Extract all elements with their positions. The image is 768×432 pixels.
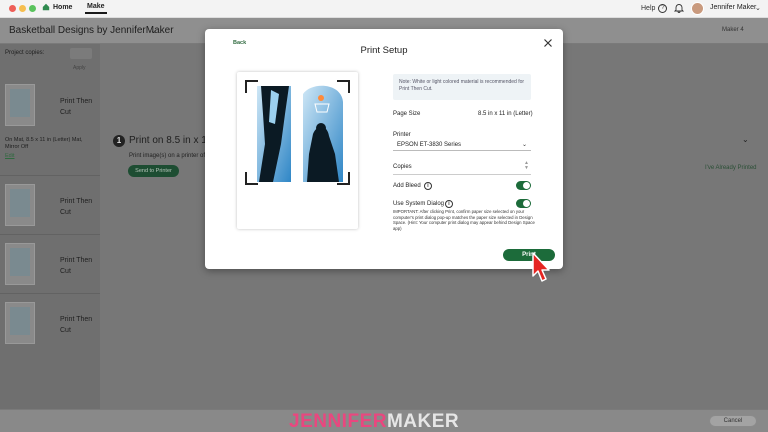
make-tab[interactable]: Make bbox=[85, 3, 106, 14]
mat-thumbnail[interactable] bbox=[5, 84, 35, 126]
mat-label: Print Then Cut bbox=[60, 198, 93, 216]
mouse-pointer-icon bbox=[532, 252, 550, 282]
mat-edit-link[interactable]: Edit bbox=[5, 153, 14, 159]
divider bbox=[0, 293, 100, 294]
home-icon bbox=[42, 3, 50, 11]
print-setup-dialog: Back Print Setup Note: White or light co… bbox=[205, 29, 563, 269]
apply-button[interactable]: Apply bbox=[73, 65, 86, 71]
use-system-dialog-toggle[interactable] bbox=[516, 199, 531, 208]
avatar[interactable] bbox=[691, 2, 704, 15]
brand-part-2: MAKER bbox=[386, 411, 460, 432]
system-dialog-info-icon[interactable]: i bbox=[445, 200, 453, 208]
divider bbox=[0, 175, 100, 176]
mat-sidebar: Project copies: Apply Print Then Cut On … bbox=[0, 44, 100, 409]
project-title[interactable]: Basketball Designs by JenniferMaker bbox=[9, 25, 174, 36]
registration-mark bbox=[337, 80, 350, 93]
step-title: Print on 8.5 in x 11 bbox=[129, 135, 212, 146]
bell-icon[interactable] bbox=[674, 3, 684, 13]
mat-label: Print Then Cut bbox=[60, 257, 93, 275]
brand-part-1: JENNIFER bbox=[289, 411, 387, 432]
step-expand-chevron-icon[interactable]: ⌄ bbox=[742, 135, 749, 144]
page-size-value: 8.5 in x 11 in (Letter) bbox=[478, 111, 533, 117]
design-preview-image bbox=[257, 85, 343, 182]
window-zoom-dot[interactable] bbox=[29, 5, 36, 12]
printer-select[interactable]: EPSON ET-3830 Series ⌄ bbox=[393, 139, 531, 151]
registration-mark bbox=[245, 172, 258, 185]
help-icon: ? bbox=[658, 4, 668, 13]
close-icon[interactable] bbox=[543, 38, 553, 48]
use-system-dialog-label: Use System Dialog bbox=[393, 201, 445, 207]
home-tab[interactable]: Home bbox=[42, 3, 72, 11]
mat-thumbnail[interactable] bbox=[5, 184, 35, 226]
material-note: Note: White or light colored material is… bbox=[393, 74, 531, 100]
dialog-title: Print Setup bbox=[360, 45, 408, 56]
send-to-printer-button[interactable]: Send to Printer bbox=[128, 165, 179, 177]
step-description: Print image(s) on a printer of bbox=[129, 153, 206, 159]
copies-stepper[interactable]: ▲ ▼ bbox=[524, 161, 529, 171]
mat-thumbnail[interactable] bbox=[5, 302, 35, 344]
project-copies-label: Project copies: bbox=[5, 50, 45, 56]
window-minimize-dot[interactable] bbox=[19, 5, 26, 12]
divider bbox=[0, 234, 100, 235]
help-button[interactable]: Help ? bbox=[641, 4, 668, 13]
already-printed-link[interactable]: I've Already Printed bbox=[705, 165, 757, 171]
printer-select-value: EPSON ET-3830 Series bbox=[397, 142, 462, 148]
chevron-down-icon: ⌄ bbox=[521, 142, 527, 148]
copies-label: Copies bbox=[393, 164, 412, 170]
cancel-button[interactable]: Cancel bbox=[709, 415, 757, 427]
copies-input[interactable] bbox=[393, 174, 531, 175]
mat-thumbnail[interactable] bbox=[5, 243, 35, 285]
project-copies-input[interactable] bbox=[70, 48, 92, 59]
project-chevron-icon[interactable]: ⌄ bbox=[150, 25, 158, 36]
print-preview bbox=[237, 72, 358, 229]
step-number: 1 bbox=[113, 135, 125, 147]
user-name[interactable]: Jennifer Maker bbox=[710, 4, 756, 11]
brand-watermark: JENNIFERMAKER bbox=[289, 412, 459, 431]
printer-label: Printer bbox=[393, 132, 411, 138]
page-size-label: Page Size bbox=[393, 111, 421, 117]
add-bleed-info-icon[interactable]: i bbox=[424, 182, 432, 190]
window-close-dot[interactable] bbox=[9, 5, 16, 12]
registration-mark bbox=[245, 80, 258, 93]
important-notice: IMPORTANT: After clicking Print, confirm… bbox=[393, 209, 535, 231]
mat-label: Print Then Cut bbox=[60, 98, 93, 116]
user-menu-chevron-icon[interactable]: ⌄ bbox=[755, 4, 761, 12]
machine-name: Maker 4 bbox=[722, 27, 744, 33]
app-titlebar: Home Make Help ? Jennifer Maker ⌄ bbox=[0, 0, 768, 18]
help-label: Help bbox=[641, 5, 656, 12]
registration-mark bbox=[337, 172, 350, 185]
add-bleed-label: Add Bleed bbox=[393, 183, 421, 189]
bottom-bar: JENNIFERMAKER Cancel bbox=[0, 409, 768, 432]
add-bleed-toggle[interactable] bbox=[516, 181, 531, 190]
home-tab-label: Home bbox=[53, 3, 73, 11]
mat-label: Print Then Cut bbox=[60, 316, 93, 334]
mat-info: On Mat, 8.5 x 11 in (Letter) Mat, Mirror… bbox=[5, 137, 83, 150]
